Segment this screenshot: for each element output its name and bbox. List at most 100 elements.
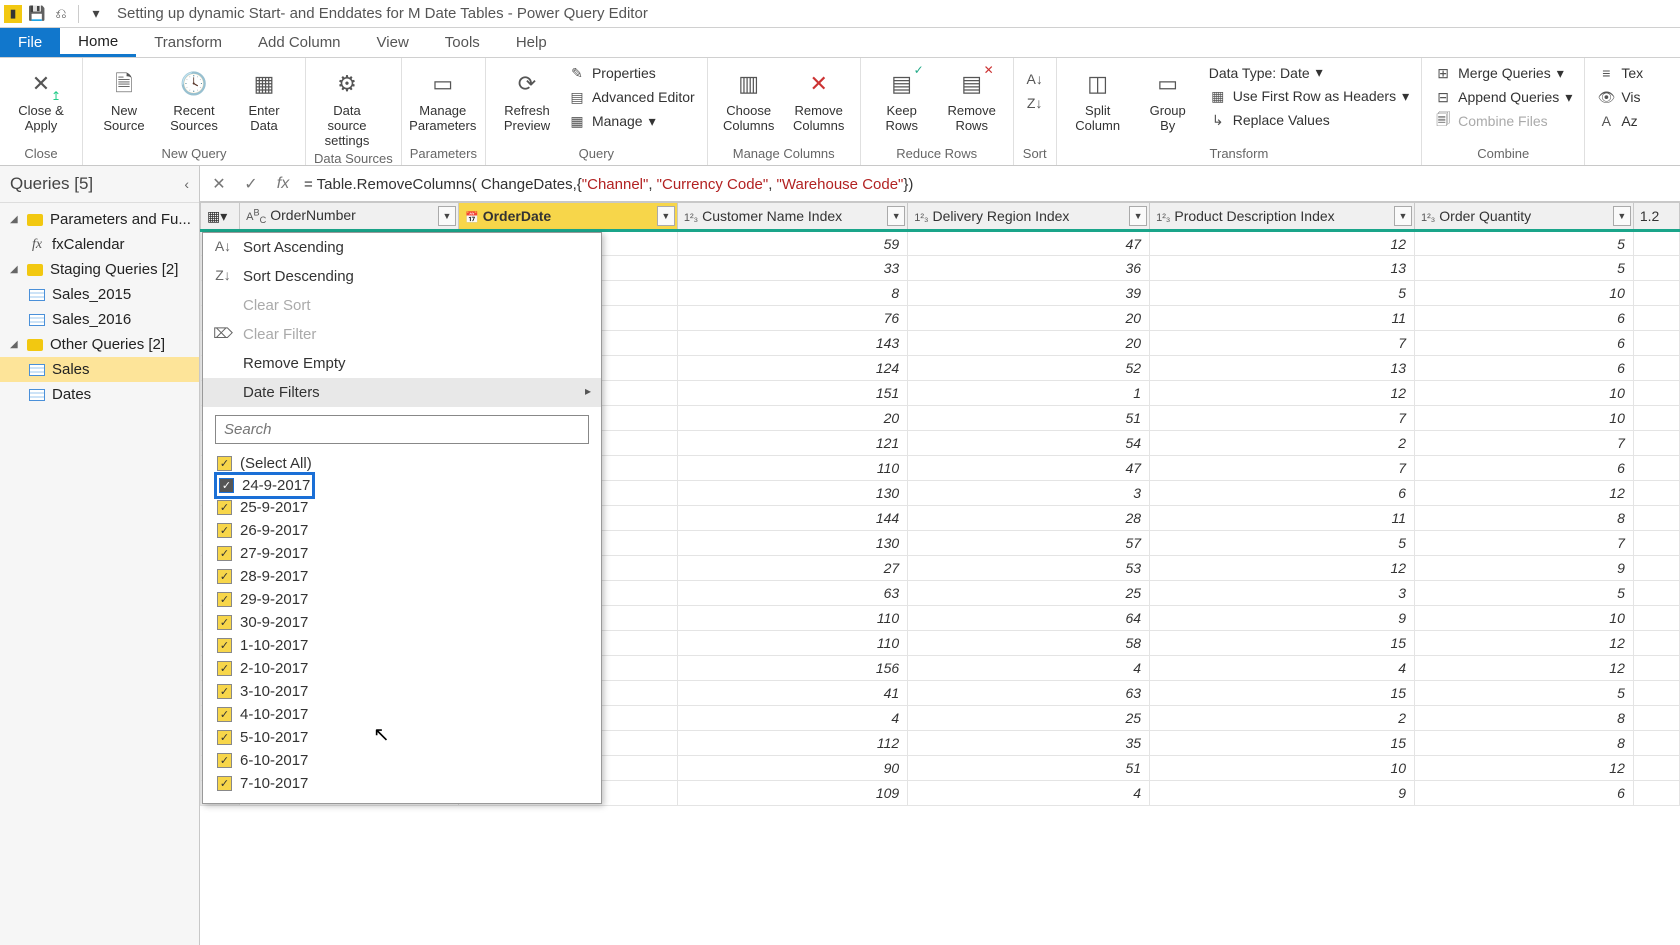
azure-ml-button[interactable]: AAz [1593,110,1647,132]
tab-add-column[interactable]: Add Column [240,28,359,57]
checkbox-icon: ✓ [217,500,232,515]
group-by-button[interactable]: ▭Group By [1135,62,1201,134]
filter-dropdown-icon[interactable]: ▼ [887,206,905,226]
filter-dropdown-icon[interactable]: ▼ [1129,206,1147,226]
remove-rows-button[interactable]: ▤✕Remove Rows [939,62,1005,134]
menu-date-filters[interactable]: Date Filters [203,378,601,407]
first-row-headers-button[interactable]: ▦Use First Row as Headers ▾ [1205,85,1413,107]
titlebar: ▮ 💾 ⎌ ▾ Setting up dynamic Start- and En… [0,0,1680,28]
folder-staging[interactable]: ◢Staging Queries [2] [0,257,199,282]
col-order-date[interactable]: 📅OrderDate▼ [459,203,678,231]
folder-parameters[interactable]: ◢Parameters and Fu... [0,207,199,232]
merge-queries-button[interactable]: ⊞Merge Queries ▾ [1430,62,1576,84]
menu-sort-asc[interactable]: A↓Sort Ascending [203,233,601,262]
folder-icon [27,264,43,276]
tab-file[interactable]: File [0,28,60,57]
sort-desc-button[interactable]: Z↓ [1022,92,1048,114]
refresh-preview-button[interactable]: ⟳Refresh Preview [494,62,560,134]
remove-columns-button[interactable]: ✕Remove Columns [786,62,852,134]
properties-button[interactable]: ✎Properties [564,62,699,84]
filter-date-option[interactable]: ✓7-10-2017 [217,772,587,795]
table-icon [29,364,45,376]
col-extra[interactable]: 1.2 [1633,203,1679,231]
manage-button[interactable]: ▦Manage ▾ [564,110,699,132]
col-customer-index[interactable]: 1²₃Customer Name Index▼ [677,203,907,231]
manage-parameters-button[interactable]: ▭Manage Parameters [410,62,476,134]
new-source-button[interactable]: 🗎New Source [91,62,157,134]
query-fxcalendar[interactable]: fxfxCalendar [0,232,199,257]
menu-sort-desc[interactable]: Z↓Sort Descending [203,262,601,291]
group-new-query: New Query [91,144,297,165]
filter-date-option[interactable]: ✓30-9-2017 [217,611,587,634]
filter-search-input[interactable] [215,415,589,444]
filter-date-option[interactable]: ✓26-9-2017 [217,519,587,542]
filter-date-option[interactable]: ✓25-9-2017 [217,496,587,519]
menu-clear-sort: Clear Sort [203,291,601,320]
sort-asc-button[interactable]: A↓ [1022,68,1048,90]
filter-date-option[interactable]: ✓5-10-2017 [217,726,587,749]
query-dates[interactable]: Dates [0,382,199,407]
group-transform: Transform [1065,144,1413,165]
combine-files-button[interactable]: 🗐Combine Files [1430,110,1576,132]
query-sales[interactable]: Sales [0,357,199,382]
collapse-pane-icon[interactable]: ‹ [184,176,189,192]
filter-dropdown-icon[interactable]: ▼ [657,206,675,226]
sort-desc-icon: Z↓ [213,267,233,283]
query-sales-2015[interactable]: Sales_2015 [0,282,199,307]
filter-date-option[interactable]: ✓24-9-2017 [214,472,315,499]
filter-date-option[interactable]: ✓1-10-2017 [217,634,587,657]
enter-data-button[interactable]: ▦Enter Data [231,62,297,134]
vision-button[interactable]: 👁Vis [1593,86,1647,108]
filter-dropdown: A↓Sort Ascending Z↓Sort Descending Clear… [202,232,602,804]
keep-rows-button[interactable]: ▤✓Keep Rows [869,62,935,134]
group-sort: Sort [1022,144,1048,165]
col-delivery-index[interactable]: 1²₃Delivery Region Index▼ [908,203,1150,231]
filter-date-option[interactable]: ✓29-9-2017 [217,588,587,611]
split-column-button[interactable]: ◫Split Column [1065,62,1131,134]
formula-input[interactable]: = Table.RemoveColumns( ChangeDates,{"Cha… [304,175,1672,193]
folder-icon [27,214,43,226]
formula-cancel-icon[interactable]: ✕ [208,173,230,195]
choose-columns-button[interactable]: ▥Choose Columns [716,62,782,134]
filter-select-all[interactable]: ✓(Select All) [217,452,587,475]
tab-home[interactable]: Home [60,28,136,57]
tab-transform[interactable]: Transform [136,28,240,57]
append-queries-button[interactable]: ⊟Append Queries ▾ [1430,86,1576,108]
save-icon[interactable]: 💾 [28,5,46,23]
checkbox-icon: ✓ [217,661,232,676]
menu-remove-empty[interactable]: Remove Empty [203,349,601,378]
filter-date-option[interactable]: ✓28-9-2017 [217,565,587,588]
undo-icon[interactable]: ⎌ [52,5,70,23]
row-header-corner[interactable]: ▦▾ [201,203,240,231]
filter-date-option[interactable]: ✓3-10-2017 [217,680,587,703]
text-analytics-button[interactable]: ≡Tex [1593,62,1647,84]
col-product-index[interactable]: 1²₃Product Description Index▼ [1150,203,1415,231]
replace-icon: ↳ [1209,111,1227,129]
table-icon [29,289,45,301]
advanced-editor-button[interactable]: ▤Advanced Editor [564,86,699,108]
filter-date-option[interactable]: ✓27-9-2017 [217,542,587,565]
qat-dropdown-icon[interactable]: ▾ [87,5,105,23]
group-close: Close [8,144,74,165]
formula-fx-icon[interactable]: fx [272,173,294,195]
tab-view[interactable]: View [359,28,427,57]
filter-date-option[interactable]: ✓6-10-2017 [217,749,587,772]
filter-dropdown-icon[interactable]: ▼ [1394,206,1412,226]
query-sales-2016[interactable]: Sales_2016 [0,307,199,332]
col-order-number[interactable]: ABCOrderNumber▼ [240,203,459,231]
checkbox-icon: ✓ [217,615,232,630]
folder-other[interactable]: ◢Other Queries [2] [0,332,199,357]
formula-commit-icon[interactable]: ✓ [240,173,262,195]
col-order-qty[interactable]: 1²₃Order Quantity▼ [1415,203,1634,231]
data-source-settings-button[interactable]: ⚙Data source settings [314,62,380,149]
filter-date-option[interactable]: ✓2-10-2017 [217,657,587,680]
close-and-apply-button[interactable]: ✕↥ Close & Apply [8,62,74,134]
filter-dropdown-icon[interactable]: ▼ [438,206,456,226]
tab-tools[interactable]: Tools [427,28,498,57]
filter-dropdown-icon[interactable]: ▼ [1613,206,1631,226]
replace-values-button[interactable]: ↳Replace Values [1205,109,1413,131]
filter-date-option[interactable]: ✓4-10-2017 [217,703,587,726]
recent-sources-button[interactable]: 🕓Recent Sources [161,62,227,134]
tab-help[interactable]: Help [498,28,565,57]
data-type-button[interactable]: Data Type: Date ▾ [1205,62,1413,83]
